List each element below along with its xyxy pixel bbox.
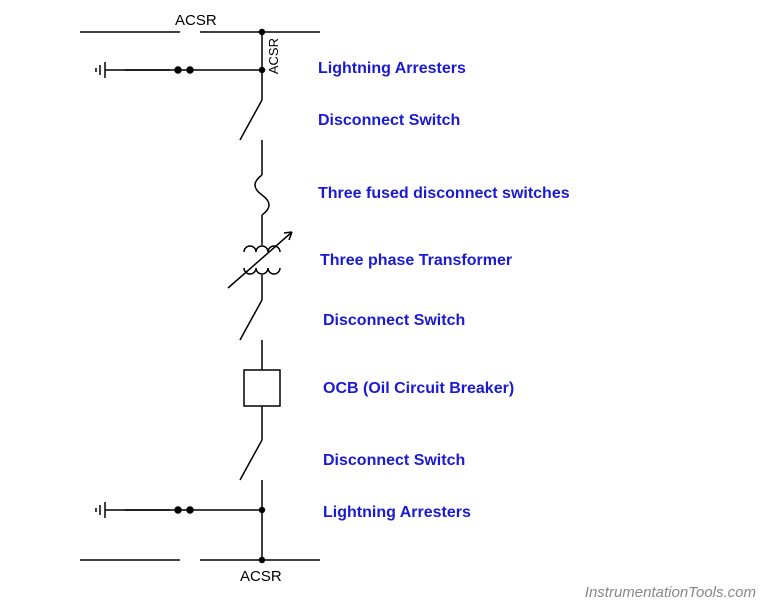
- acsr-bottom-label: ACSR: [240, 568, 282, 585]
- label-transformer: Three phase Transformer: [320, 252, 512, 270]
- transformer-symbol: [228, 232, 292, 288]
- disconnect-switch-3: [240, 440, 262, 480]
- label-lightning-top: Lightning Arresters: [318, 60, 466, 78]
- label-three-fused: Three fused disconnect switches: [318, 185, 570, 203]
- acsr-top-label: ACSR: [175, 12, 217, 29]
- watermark: InstrumentationTools.com: [585, 584, 756, 601]
- acsr-vert-label: ACSR: [266, 38, 281, 74]
- label-disconnect-3: Disconnect Switch: [323, 452, 465, 470]
- label-lightning-bottom: Lightning Arresters: [323, 504, 471, 522]
- label-disconnect-2: Disconnect Switch: [323, 312, 465, 330]
- ocb-symbol: [244, 370, 280, 406]
- label-disconnect-1: Disconnect Switch: [318, 112, 460, 130]
- disconnect-switch-1: [240, 100, 262, 140]
- label-ocb: OCB (Oil Circuit Breaker): [323, 380, 514, 398]
- disconnect-switch-2: [240, 300, 262, 340]
- fuse-symbol: [255, 175, 269, 215]
